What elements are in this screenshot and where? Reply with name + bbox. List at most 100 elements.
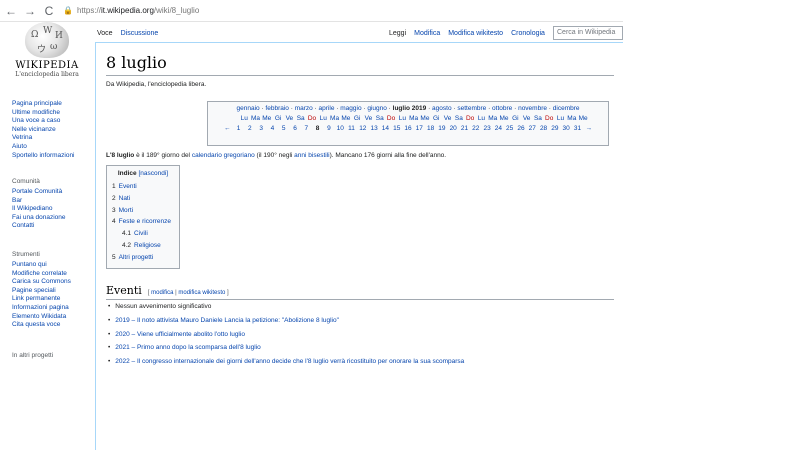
toc-hide-toggle[interactable]: [nascondi] — [138, 170, 168, 177]
calendar-month-link[interactable]: aprile — [319, 105, 335, 112]
calendar-day-link[interactable]: 4 — [267, 125, 278, 132]
sidebar-tools-item[interactable]: Puntano qui — [12, 261, 90, 270]
toc-item[interactable]: 4.2 Religiose — [112, 240, 174, 252]
toc-item[interactable]: 4 Feste e ricorrenze — [112, 216, 174, 228]
calendar-month-link[interactable]: settembre — [457, 105, 486, 112]
calendar-day-link[interactable]: 11 — [346, 125, 357, 132]
sidebar-tools-item[interactable]: Informazioni pagina — [12, 304, 90, 313]
calendar-day-link[interactable]: 20 — [448, 125, 459, 132]
calendar-day-link[interactable]: 31 — [572, 125, 583, 132]
section-edit-link[interactable]: modifica — [151, 290, 173, 296]
calendar-month-link[interactable]: agosto — [432, 105, 452, 112]
calendar-day-link[interactable]: 14 — [380, 125, 391, 132]
calendar-day-link[interactable]: 17 — [414, 125, 425, 132]
sidebar-tools-item[interactable]: Cita questa voce — [12, 321, 90, 330]
calendar-day-link[interactable]: 12 — [357, 125, 368, 132]
calendar-day-link[interactable]: 28 — [538, 125, 549, 132]
sidebar-tools-item[interactable]: Pagine speciali — [12, 287, 90, 296]
calendar-month-link[interactable]: giugno — [367, 105, 387, 112]
calendar-day-link[interactable]: 22 — [470, 125, 481, 132]
sidebar-community-item[interactable]: Fai una donazione — [12, 214, 90, 223]
calendar-day-link[interactable]: 3 — [255, 125, 266, 132]
calendar-month-link[interactable]: gennaio — [237, 105, 260, 112]
section-edit-wikitext-link[interactable]: modifica wikitesto — [178, 290, 225, 296]
calendar-day-link[interactable]: 5 — [278, 125, 289, 132]
calendar-day-link[interactable]: 10 — [335, 125, 346, 132]
tab-cronologia[interactable]: Cronologia — [507, 28, 549, 42]
toc-link[interactable]: Morti — [119, 207, 133, 214]
toc-item[interactable]: 1 Eventi — [112, 181, 174, 193]
sidebar-tools-item[interactable]: Modifiche correlate — [12, 270, 90, 279]
calendar-month-link[interactable]: dicembre — [553, 105, 580, 112]
toc-link[interactable]: Eventi — [119, 183, 137, 190]
tab-modifica-wikitesto[interactable]: Modifica wikitesto — [444, 28, 507, 42]
calendar-day-link[interactable]: 21 — [459, 125, 470, 132]
sidebar-tools-item[interactable]: Elemento Wikidata — [12, 313, 90, 322]
calendar-day-link[interactable]: 15 — [391, 125, 402, 132]
sidebar-community-item[interactable]: Bar — [12, 197, 90, 206]
event-year-link[interactable]: 2019 — [115, 317, 129, 324]
calendar-day-link[interactable]: 30 — [561, 125, 572, 132]
forward-icon[interactable]: → — [22, 3, 38, 19]
back-icon[interactable]: ← — [3, 3, 19, 19]
toc-link[interactable]: Civili — [134, 230, 148, 237]
sidebar-community-item[interactable]: Portale Comunità — [12, 188, 90, 197]
calendar-day-link[interactable]: 19 — [436, 125, 447, 132]
tab-voce[interactable]: Voce — [93, 28, 117, 42]
calendar-day-link[interactable]: 13 — [368, 125, 379, 132]
calendar-next-arrow[interactable]: → — [583, 125, 594, 132]
tab-leggi[interactable]: Leggi — [385, 28, 411, 42]
search-input[interactable]: Cerca in Wikipedia — [553, 26, 623, 40]
anni-bisestili-link[interactable]: anni bisestili — [294, 152, 329, 159]
tab-discussione[interactable]: Discussione — [117, 28, 163, 42]
calendar-prev-arrow[interactable]: ← — [222, 125, 233, 132]
reload-icon[interactable]: C — [41, 3, 57, 19]
calendar-day-link[interactable]: 23 — [481, 125, 492, 132]
sidebar-nav-item[interactable]: Vetrina — [12, 134, 90, 143]
calendario-gregoriano-link[interactable]: calendario gregoriano — [192, 152, 255, 159]
address-bar[interactable]: 🔒 https:// it.wikipedia.org /wiki/8_lugl… — [63, 2, 199, 20]
calendar-day-link[interactable]: 7 — [301, 125, 312, 132]
calendar-day-link[interactable]: 1 — [233, 125, 244, 132]
sidebar-nav-item[interactable]: Aiuto — [12, 143, 90, 152]
event-year-link[interactable]: 2022 — [115, 358, 129, 365]
calendar-month-link[interactable]: febbraio — [265, 105, 289, 112]
calendar-day-link[interactable]: 6 — [289, 125, 300, 132]
toc-item[interactable]: 5 Altri progetti — [112, 252, 174, 264]
calendar-day-link[interactable]: 24 — [493, 125, 504, 132]
calendar-day-link[interactable]: 27 — [527, 125, 538, 132]
sidebar-nav-item[interactable]: Sportello informazioni — [12, 152, 90, 161]
toc-link[interactable]: Religiose — [134, 242, 161, 249]
event-year-link[interactable]: 2020 — [115, 331, 129, 338]
calendar-day-link[interactable]: 25 — [504, 125, 515, 132]
calendar-day-link[interactable]: 29 — [549, 125, 560, 132]
toc-item[interactable]: 2 Nati — [112, 193, 174, 205]
calendar-day-link[interactable]: 18 — [425, 125, 436, 132]
calendar-day-link[interactable]: 2 — [244, 125, 255, 132]
other-projects-heading[interactable]: In altri progetti — [12, 352, 90, 359]
toc-link[interactable]: Nati — [119, 195, 131, 202]
tab-modifica[interactable]: Modifica — [410, 28, 444, 42]
sidebar-tools-item[interactable]: Link permanente — [12, 295, 90, 304]
calendar-month-link[interactable]: novembre — [518, 105, 547, 112]
wikipedia-logo[interactable]: Ω W И ウ ω WIKIPEDIA L'enciclopedia liber… — [12, 22, 82, 84]
toc-item[interactable]: 3 Morti — [112, 205, 174, 217]
toc-link[interactable]: Feste e ricorrenze — [119, 218, 171, 225]
calendar-month-link[interactable]: marzo — [295, 105, 313, 112]
sidebar-community-item[interactable]: Il Wikipediano — [12, 205, 90, 214]
calendar-day-link[interactable]: 26 — [515, 125, 526, 132]
sidebar-nav-item[interactable]: Una voce a caso — [12, 117, 90, 126]
section-eventi-heading: Eventi [ modifica | modifica wikitesto ] — [106, 284, 614, 300]
calendar-day-link[interactable]: 16 — [402, 125, 413, 132]
sidebar-nav-item[interactable]: Pagina principale — [12, 100, 90, 109]
calendar-month-link[interactable]: maggio — [340, 105, 361, 112]
sidebar-tools-item[interactable]: Carica su Commons — [12, 278, 90, 287]
calendar-month-link[interactable]: ottobre — [492, 105, 512, 112]
event-year-link[interactable]: 2021 — [115, 344, 129, 351]
toc-link[interactable]: Altri progetti — [119, 254, 154, 261]
toc-item[interactable]: 4.1 Civili — [112, 228, 174, 240]
calendar-day-link[interactable]: 9 — [323, 125, 334, 132]
sidebar-nav-item[interactable]: Nelle vicinanze — [12, 126, 90, 135]
sidebar-community-item[interactable]: Contatti — [12, 222, 90, 231]
sidebar-nav-item[interactable]: Ultime modifiche — [12, 109, 90, 118]
